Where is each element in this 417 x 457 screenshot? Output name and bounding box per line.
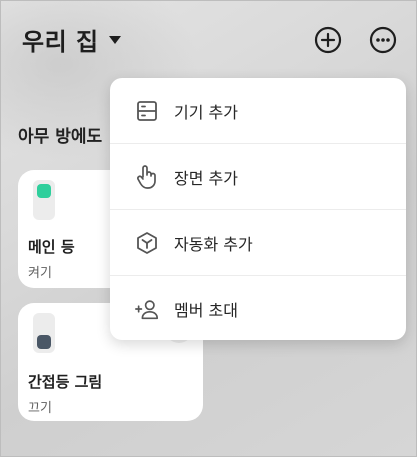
- device-toggle[interactable]: [33, 180, 55, 220]
- section-title: 아무 방에도: [18, 127, 103, 147]
- add-member-icon: [134, 296, 160, 322]
- menu-item-label: 기기 추가: [174, 102, 238, 122]
- home-selector[interactable]: 우리 집: [22, 22, 121, 57]
- add-button[interactable]: [314, 26, 342, 54]
- home-title: 우리 집: [22, 28, 99, 56]
- device-add-icon: [134, 98, 160, 124]
- more-circle-icon: [369, 26, 397, 54]
- add-menu: 기기 추가 장면 추가 자동화 추가 멤버 초대: [110, 78, 406, 340]
- caret-down-icon: [108, 35, 121, 44]
- menu-item-add-scene[interactable]: 장면 추가: [110, 144, 406, 209]
- automation-hexagon-icon: [134, 230, 160, 256]
- menu-item-label: 장면 추가: [174, 168, 238, 188]
- menu-item-add-automation[interactable]: 자동화 추가: [110, 210, 406, 275]
- device-name: 간접등 그림: [28, 373, 103, 391]
- toggle-knob: [37, 184, 51, 198]
- plus-circle-icon: [314, 26, 342, 54]
- toggle-knob: [37, 335, 51, 349]
- menu-item-invite-member[interactable]: 멤버 초대: [110, 276, 406, 340]
- more-button[interactable]: [369, 26, 397, 54]
- device-state: 끄기: [28, 401, 52, 416]
- device-name: 메인 등: [28, 238, 75, 256]
- tap-hand-icon: [134, 164, 160, 190]
- menu-item-label: 멤버 초대: [174, 300, 238, 320]
- menu-item-add-device[interactable]: 기기 추가: [110, 78, 406, 143]
- device-toggle[interactable]: [33, 313, 55, 353]
- device-state: 켜기: [28, 266, 52, 281]
- menu-item-label: 자동화 추가: [174, 234, 253, 254]
